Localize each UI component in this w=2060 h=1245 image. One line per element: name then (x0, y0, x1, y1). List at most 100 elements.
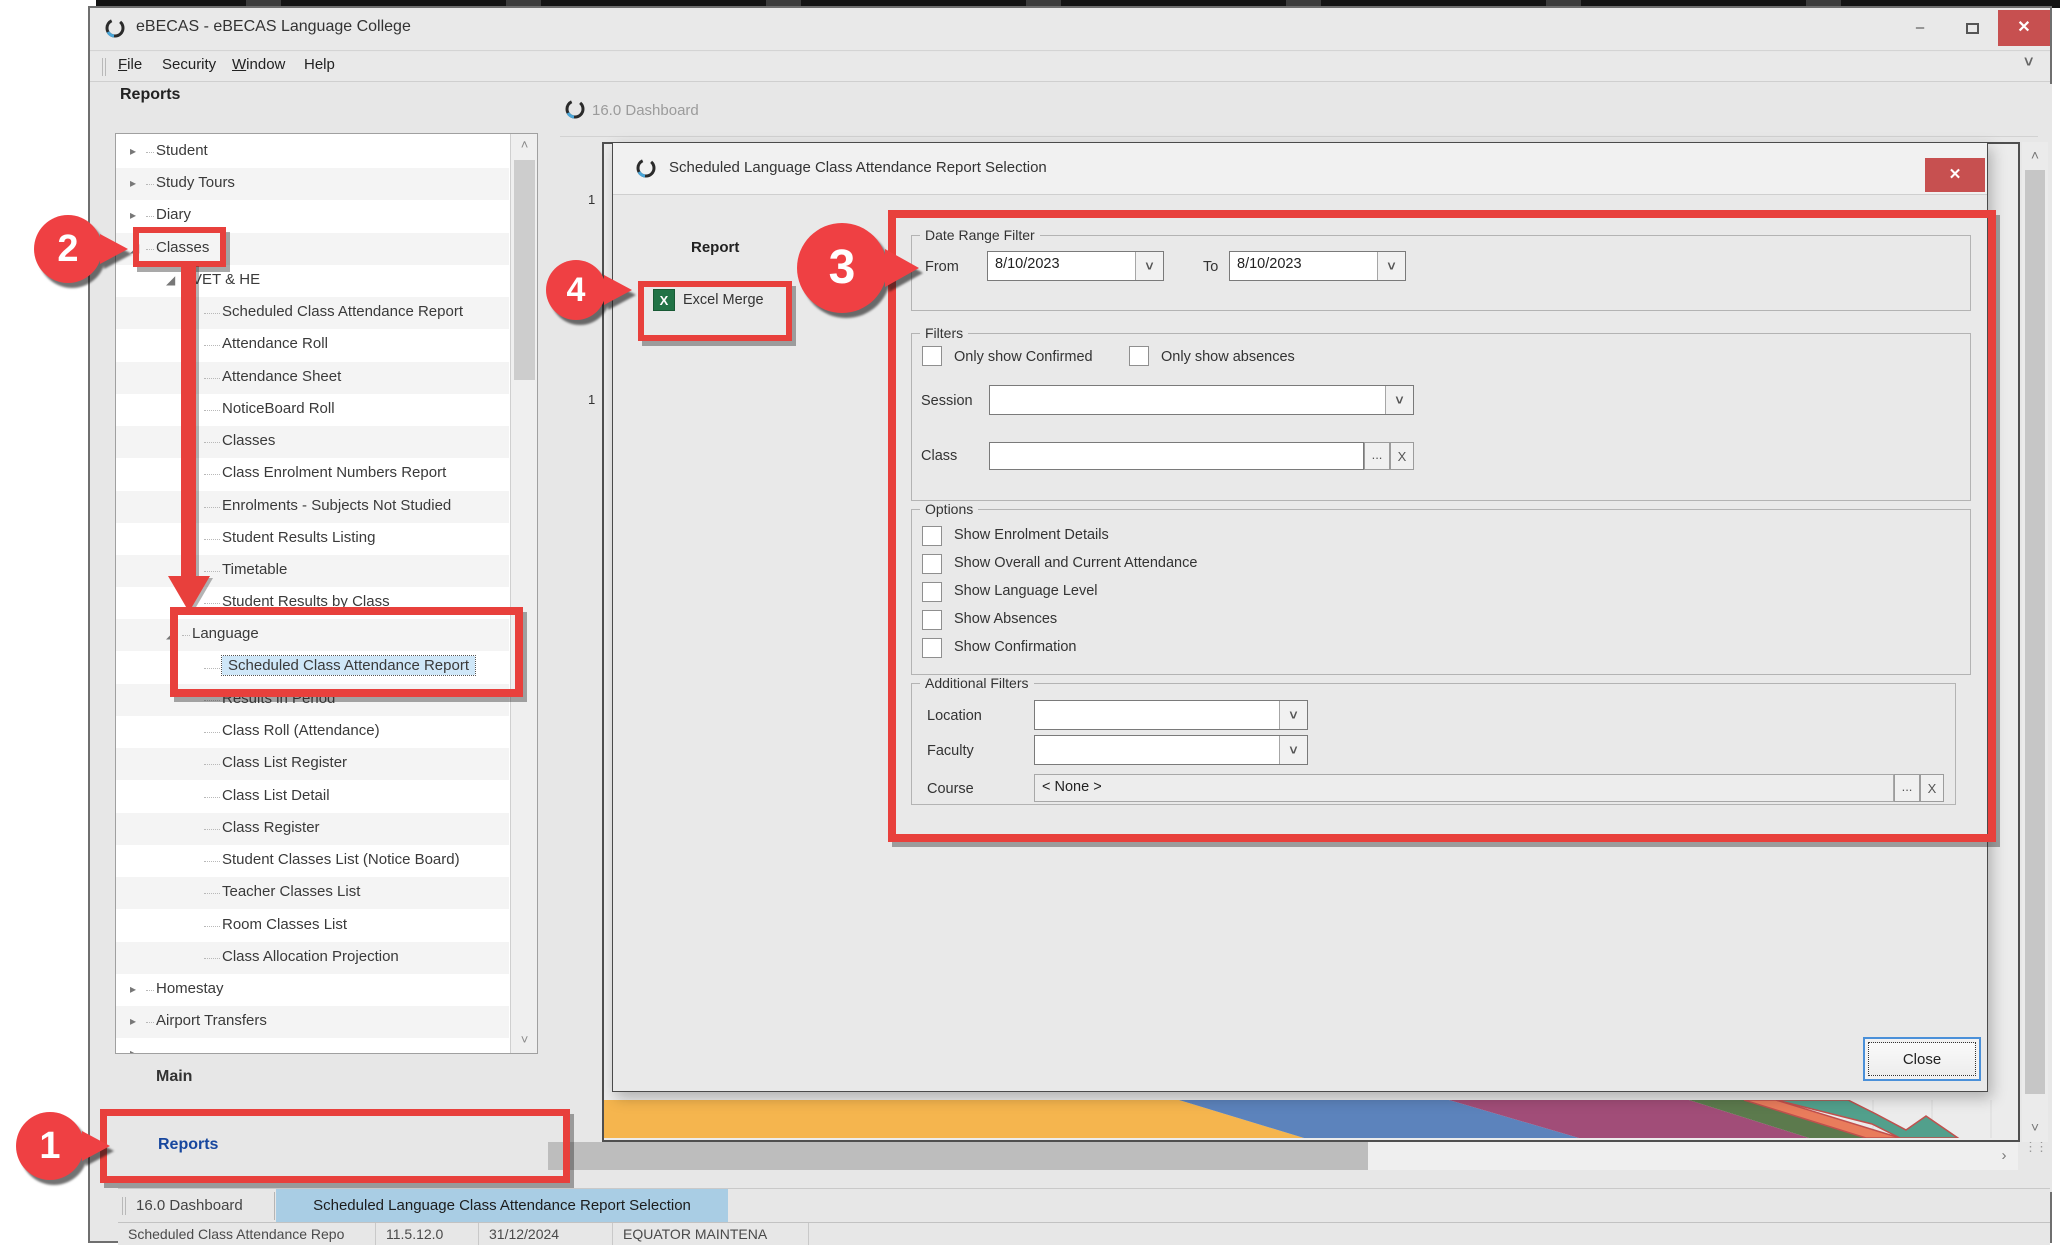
tree-item-label: Study Tours (156, 174, 235, 191)
tree-item[interactable]: ▸ (116, 1038, 509, 1054)
tree-item[interactable]: ▸Airport Transfers (116, 1006, 509, 1038)
tree-item[interactable]: Attendance Roll (116, 329, 509, 361)
report-excel-merge-item[interactable]: X Excel Merge (653, 287, 803, 319)
faculty-label: Faculty (927, 743, 974, 759)
tree-item-label: Student (156, 142, 208, 159)
option-checkbox[interactable] (922, 638, 942, 658)
expand-icon[interactable]: ▸ (130, 1046, 136, 1054)
tree-item-label: Student Results by Class (222, 593, 390, 610)
tree-connector (146, 990, 154, 991)
scroll-down-icon[interactable]: ˅ (512, 1029, 537, 1051)
chevron-down-icon[interactable]: ˅ (1279, 701, 1307, 729)
expand-icon[interactable]: ▸ (130, 208, 136, 222)
option-checkbox[interactable] (922, 526, 942, 546)
course-browse-button[interactable]: ... (1894, 774, 1920, 802)
tree-item[interactable]: Class Enrolment Numbers Report (116, 458, 509, 490)
from-date-combo[interactable]: 8/10/2023 ˅ (987, 251, 1164, 281)
vertical-scrollbar[interactable]: ˄ ˅ (2022, 142, 2048, 1142)
sidebar-section-reports[interactable]: Reports (158, 1136, 218, 1154)
tree-item[interactable]: ◢VET & HE (116, 265, 509, 297)
callout-1-badge: 1 (16, 1112, 84, 1180)
status-date: 31/12/2024 (479, 1223, 613, 1245)
tree-item[interactable]: Room Classes List (116, 910, 509, 942)
tree-scrollbar[interactable]: ˄ ˅ (510, 134, 537, 1053)
class-input[interactable] (989, 442, 1364, 470)
tree-item[interactable]: Teacher Classes List (116, 877, 509, 909)
tree-item[interactable]: Student Results Listing (116, 523, 509, 555)
resize-grip[interactable]: ⋮⋮ (2022, 1142, 2048, 1170)
course-clear-button[interactable]: X (1920, 774, 1944, 802)
tree-item[interactable]: Class Allocation Projection (116, 942, 509, 974)
menu-grip-handle[interactable] (102, 58, 106, 76)
tree-item[interactable]: ▸Diary (116, 200, 509, 232)
expand-icon[interactable]: ▸ (130, 982, 136, 996)
menu-file[interactable]: File (116, 52, 144, 77)
tab-report-selection[interactable]: Scheduled Language Class Attendance Repo… (276, 1189, 728, 1223)
tree-item[interactable]: NoticeBoard Roll (116, 394, 509, 426)
tree-item[interactable]: Class List Register (116, 748, 509, 780)
maximize-icon (1966, 23, 1979, 34)
class-browse-button[interactable]: ... (1364, 442, 1390, 470)
collapse-icon[interactable]: ◢ (166, 627, 175, 641)
tree-item[interactable]: ▸ Study Tours (116, 168, 509, 200)
option-row: Show Enrolment Details (613, 526, 1987, 552)
chevron-down-icon[interactable]: ˅ (2024, 54, 2033, 72)
session-combo[interactable]: ˅ (989, 385, 1414, 415)
horizontal-scrollbar-thumb[interactable] (548, 1142, 1368, 1170)
chevron-down-icon[interactable]: ˅ (1377, 252, 1405, 280)
tree-scrollbar-thumb[interactable] (514, 160, 535, 380)
menu-help[interactable]: Help (302, 52, 337, 77)
tree-item[interactable]: Class Register (116, 813, 509, 845)
option-checkbox[interactable] (922, 610, 942, 630)
tree-item[interactable]: Results in Period (116, 684, 509, 716)
tree-item[interactable]: Enrolments - Subjects Not Studied (116, 491, 509, 523)
tree-connector (204, 700, 220, 701)
scroll-up-icon[interactable]: ˄ (512, 134, 537, 156)
tree-item[interactable]: Scheduled Class Attendance Report (116, 297, 509, 329)
tree-item[interactable]: Scheduled Class Attendance Report (116, 652, 509, 684)
expand-icon[interactable]: ▸ (130, 176, 136, 190)
horizontal-scrollbar[interactable]: › (548, 1142, 2018, 1170)
scroll-right-icon[interactable]: › (1990, 1142, 2018, 1170)
menu-security[interactable]: Security (160, 52, 218, 77)
tree-item[interactable]: Attendance Sheet (116, 362, 509, 394)
tree-item[interactable]: ◢Language (116, 619, 509, 651)
minimize-button[interactable]: – (1896, 10, 1944, 46)
tree-item[interactable]: Student Classes List (Notice Board) (116, 845, 509, 877)
tree-item-label: Enrolments - Subjects Not Studied (222, 497, 451, 514)
menu-window[interactable]: Window (230, 52, 287, 77)
collapse-icon[interactable]: ◢ (130, 241, 139, 255)
tree-item[interactable]: Classes (116, 426, 509, 458)
collapse-icon[interactable]: ◢ (166, 273, 175, 287)
dialog-close-button[interactable]: ✕ (1925, 158, 1985, 192)
tree-item[interactable]: ◢Classes (116, 233, 509, 265)
scroll-up-icon[interactable]: ˄ (2022, 142, 2048, 168)
tree-item[interactable]: Class List Detail (116, 781, 509, 813)
course-input[interactable]: < None > (1034, 774, 1894, 802)
maximize-button[interactable] (1948, 10, 1996, 46)
only-show-confirmed-checkbox[interactable] (922, 346, 942, 366)
close-button[interactable]: Close (1868, 1042, 1976, 1076)
vertical-scrollbar-thumb[interactable] (2025, 170, 2045, 1094)
chevron-down-icon[interactable]: ˅ (1135, 252, 1163, 280)
expand-icon[interactable]: ▸ (130, 144, 136, 158)
tree-item[interactable]: ▸ Student (116, 136, 509, 168)
tree-connector (204, 313, 220, 314)
option-checkbox[interactable] (922, 582, 942, 602)
status-report-name: Scheduled Class Attendance Repo (118, 1223, 376, 1245)
tab-dashboard[interactable]: 16.0 Dashboard (118, 1189, 274, 1223)
close-window-button[interactable]: ✕ (1998, 10, 2050, 46)
only-show-absences-checkbox[interactable] (1129, 346, 1149, 366)
chevron-down-icon[interactable]: ˅ (1279, 736, 1307, 764)
faculty-combo[interactable]: ˅ (1034, 735, 1308, 765)
chevron-down-icon[interactable]: ˅ (1385, 386, 1413, 414)
location-combo[interactable]: ˅ (1034, 700, 1308, 730)
to-date-combo[interactable]: 8/10/2023 ˅ (1229, 251, 1406, 281)
sidebar-section-main[interactable]: Main (156, 1068, 192, 1086)
class-clear-button[interactable]: X (1390, 442, 1414, 470)
tree-item[interactable]: ▸Homestay (116, 974, 509, 1006)
tree-item[interactable]: Class Roll (Attendance) (116, 716, 509, 748)
scroll-down-icon[interactable]: ˅ (2022, 1114, 2048, 1140)
option-checkbox[interactable] (922, 554, 942, 574)
expand-icon[interactable]: ▸ (130, 1014, 136, 1028)
